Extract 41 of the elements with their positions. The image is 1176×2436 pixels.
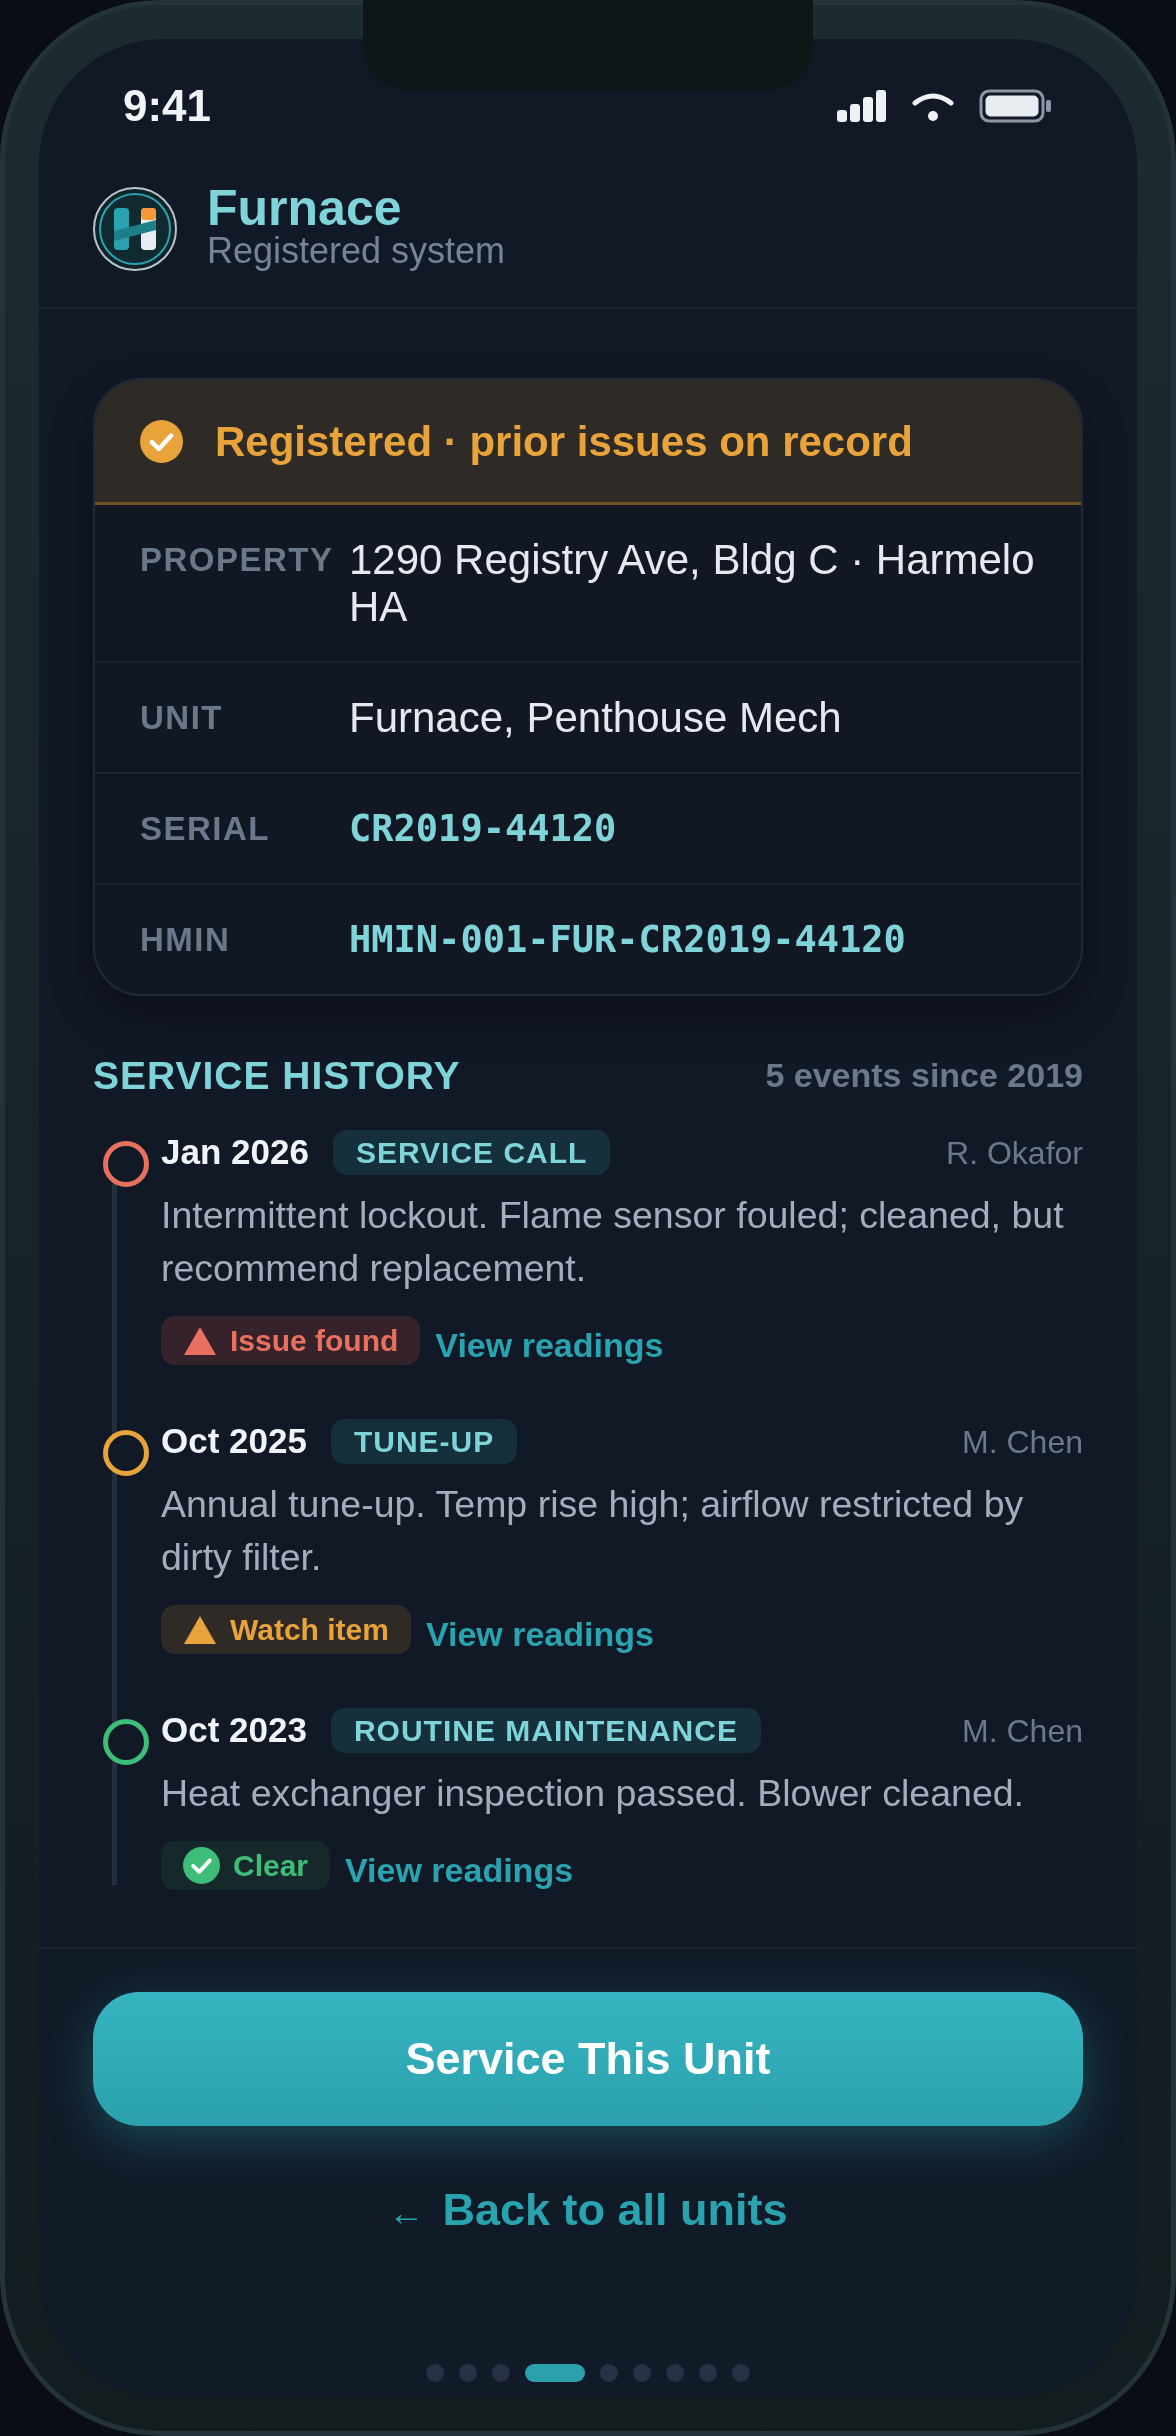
status-badge: Issue found <box>161 1316 421 1365</box>
view-readings-link[interactable]: View readings <box>435 1325 664 1365</box>
status-badge: Watch item <box>161 1605 411 1654</box>
battery-icon <box>979 89 1052 123</box>
check-circle-icon <box>140 419 183 463</box>
event-count: 5 events since 2019 <box>765 1055 1083 1096</box>
field-value: Furnace, Penthouse Mech <box>349 694 843 741</box>
event-date: Oct 2025 <box>161 1420 307 1463</box>
field-label: HMIN <box>140 920 232 960</box>
logo-icon <box>93 187 177 271</box>
field-label: PROPERTY <box>140 540 335 580</box>
event-date: Jan 2026 <box>161 1131 309 1174</box>
event-description: Intermittent lockout. Flame sensor fouled; cleaned, but recommend replacement. <box>161 1193 1065 1291</box>
field-label: UNIT <box>140 698 224 738</box>
view-readings-link[interactable]: View readings <box>345 1850 574 1890</box>
event-date: Oct 2023 <box>161 1709 307 1752</box>
field-label: SERIAL <box>140 809 271 849</box>
event-type-tag: SERVICE CALL <box>332 1130 611 1175</box>
triangle-icon <box>183 1325 217 1356</box>
technician-name: M. Chen <box>962 1422 1083 1462</box>
event-description: Annual tune-up. Temp rise high; airflow restricted by dirty filter. <box>161 1482 1025 1580</box>
event-type-tag: ROUTINE MAINTENANCE <box>330 1708 761 1753</box>
status-time: 9:41 <box>123 81 212 131</box>
technician-name: M. Chen <box>962 1711 1083 1751</box>
unit-title: Furnace <box>207 183 403 233</box>
signal-icon <box>837 90 887 122</box>
field-code: CR2019-44120 <box>349 806 618 852</box>
back-link[interactable]: ← Back to all units <box>388 2184 788 2239</box>
field-code: HMIN-001-FUR-CR2019-44120 <box>349 917 907 963</box>
technician-name: R. Okafor <box>946 1133 1083 1173</box>
wifi-icon <box>912 91 954 121</box>
triangle-icon <box>183 1614 217 1645</box>
status-badge: Clear <box>161 1841 331 1890</box>
view-readings-link[interactable]: View readings <box>425 1614 654 1654</box>
status-banner-text: Registered · prior issues on record <box>215 416 913 467</box>
check-circle-icon <box>183 1847 220 1884</box>
unit-subtitle: Registered system <box>207 233 506 269</box>
field-value: 1290 Registry Ave, Bldg C · Harmelo HA <box>349 536 1036 630</box>
section-title: SERVICE HISTORY <box>93 1053 461 1099</box>
event-description: Heat exchanger inspection passed. Blower cleaned. <box>161 1771 1026 1816</box>
event-type-tag: TUNE-UP <box>330 1419 518 1464</box>
